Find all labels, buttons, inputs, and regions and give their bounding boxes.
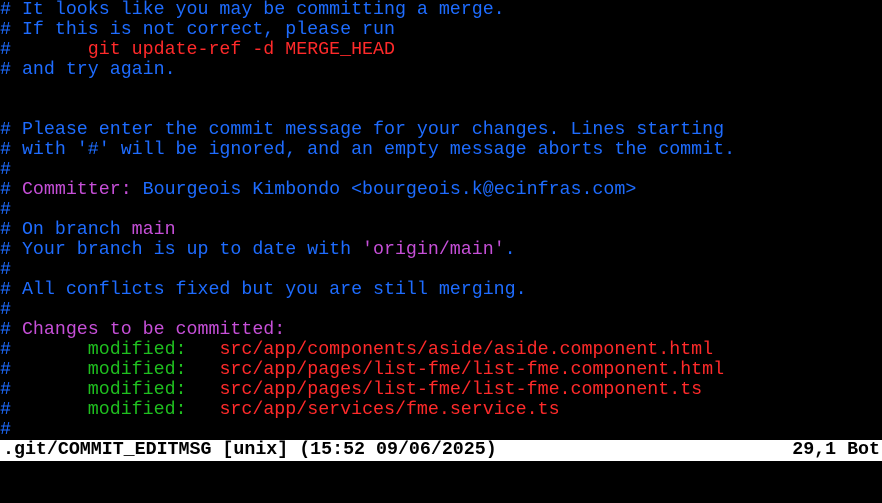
comment-marker: # [0, 260, 11, 280]
comment-marker: # [0, 40, 22, 60]
comment-marker: # [0, 140, 22, 160]
comment-marker: # [0, 400, 11, 420]
committer-value: Bourgeois Kimbondo <bourgeois.k@ecinfras… [131, 180, 637, 200]
editor-line: # and try again. [0, 60, 882, 80]
committer-label: Committer: [21, 180, 132, 200]
comment-marker: # [0, 220, 22, 240]
file-status: modified: [87, 340, 187, 360]
file-path: src/app/components/aside/aside.component… [219, 340, 714, 360]
changed-file-row: # modified: src/app/pages/list-fme/list-… [0, 360, 882, 380]
comment-text: If this is not correct, please run [21, 20, 395, 40]
changed-file-row: # modified: src/app/pages/list-fme/list-… [0, 380, 882, 400]
comment-marker: # [0, 20, 22, 40]
comment-marker: # [0, 60, 22, 80]
command-line[interactable] [0, 461, 882, 482]
editor-line: # If this is not correct, please run [0, 20, 882, 40]
editor-line: # with '#' will be ignored, and an empty… [0, 140, 882, 160]
editor-line: # git update-ref -d MERGE_HEAD [0, 40, 882, 60]
cursor-position: 29,1 Bot [792, 440, 880, 460]
editor-line: # All conflicts fixed but you are still … [0, 280, 882, 300]
comment-marker: # [0, 320, 22, 340]
merge-abort-command: git update-ref -d MERGE_HEAD [87, 40, 395, 60]
comment-marker: # [0, 240, 22, 260]
editor-buffer[interactable]: # It looks like you may be committing a … [0, 0, 882, 440]
comment-marker: # [0, 0, 22, 20]
comment-marker: # [0, 180, 22, 200]
editor-line: # Your branch is up to date with 'origin… [0, 240, 882, 260]
editor-line: # It looks like you may be committing a … [0, 0, 882, 20]
comment-text: All conflicts fixed but you are still me… [21, 280, 527, 300]
comment-marker: # [0, 340, 11, 360]
changed-file-row: # modified: src/app/services/fme.service… [0, 400, 882, 420]
comment-marker: # [0, 380, 11, 400]
branch-label: On branch [21, 220, 132, 240]
editor-line: # [0, 420, 882, 440]
editor-line: # [0, 300, 882, 320]
file-status: modified: [87, 380, 187, 400]
file-path: src/app/pages/list-fme/list-fme.componen… [219, 360, 725, 380]
editor-line: # Please enter the commit message for yo… [0, 120, 882, 140]
comment-marker: # [0, 200, 11, 220]
comment-marker: # [0, 420, 11, 440]
editor-line: # [0, 160, 882, 180]
changed-file-row: # modified: src/app/components/aside/asi… [0, 340, 882, 360]
upstream-branch: 'origin/main' [362, 240, 505, 260]
empty-line [0, 100, 882, 120]
changes-header: Changes to be committed: [21, 320, 286, 340]
upstream-label: Your branch is up to date with [21, 240, 363, 260]
comment-marker: # [0, 360, 11, 380]
editor-line: # [0, 260, 882, 280]
file-path: src/app/pages/list-fme/list-fme.componen… [219, 380, 703, 400]
comment-text: It looks like you may be committing a me… [21, 0, 505, 20]
editor-line: # On branch main [0, 220, 882, 240]
comment-marker: # [0, 280, 22, 300]
file-info: .git/COMMIT_EDITMSG [unix] (15:52 09/06/… [3, 440, 497, 460]
branch-name: main [131, 220, 176, 240]
empty-line [0, 80, 882, 100]
upstream-suffix: . [504, 240, 516, 260]
editor-line: # Committer: Bourgeois Kimbondo <bourgeo… [0, 180, 882, 200]
comment-marker: # [0, 120, 22, 140]
comment-text: with '#' will be ignored, and an empty m… [21, 140, 736, 160]
file-path: src/app/services/fme.service.ts [219, 400, 560, 420]
file-status: modified: [87, 400, 187, 420]
comment-marker: # [0, 160, 11, 180]
comment-marker: # [0, 300, 11, 320]
editor-line: # [0, 200, 882, 220]
editor-line: # Changes to be committed: [0, 320, 882, 340]
comment-text: and try again. [21, 60, 176, 80]
file-status: modified: [87, 360, 187, 380]
comment-text: Please enter the commit message for your… [21, 120, 725, 140]
status-bar: .git/COMMIT_EDITMSG [unix] (15:52 09/06/… [0, 440, 882, 461]
